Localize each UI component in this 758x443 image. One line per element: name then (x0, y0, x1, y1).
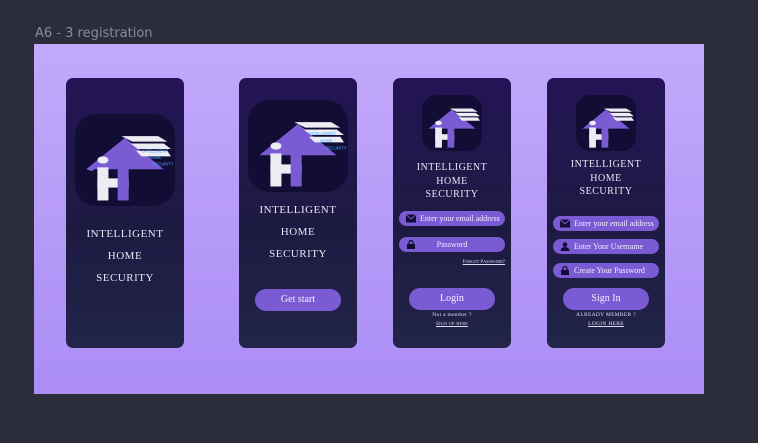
logo-text-1: INTELLIGENT (142, 149, 169, 154)
app-logo (422, 95, 482, 151)
app-title-line-2: HOME (436, 176, 468, 187)
login-screen: INTELLIGENT HOME SECURITY Enter your ema… (393, 78, 511, 348)
app-title-line-3: SECURITY (425, 189, 479, 200)
registration-screen: INTELLIGENT HOME SECURITY Enter your ema… (547, 78, 665, 348)
logo-text-2: HOME (320, 138, 333, 143)
app-title-line-2: HOME (107, 250, 143, 262)
app-title-line-3: SECURITY (269, 248, 327, 260)
sign-up-link[interactable]: Sign up here (393, 321, 511, 327)
app-title-line-2: HOME (590, 173, 622, 184)
logo-text-3: SECURITY (326, 146, 347, 151)
already-member-text: ALREADY MEMBER ? (576, 312, 636, 318)
app-logo: INTELLIGENT HOME SECURITY (248, 100, 348, 192)
envelope-icon (560, 219, 570, 228)
app-title-line-1: INTELLIGENT (259, 204, 337, 216)
app-logo (576, 95, 636, 151)
username-field[interactable]: Enter Your Username (553, 239, 659, 254)
logo-text-1: INTELLIGENT (309, 131, 336, 136)
envelope-icon (406, 214, 416, 223)
create-password-field[interactable]: Create Your Password (553, 263, 659, 278)
login-button[interactable]: Login (409, 288, 495, 310)
artboard-frame: INTELLIGENT HOME SECURITY INTELLIGENT HO… (34, 44, 704, 394)
logo-text-2: HOME (149, 155, 162, 160)
house-logo-icon (582, 108, 634, 148)
app-title-line-2: HOME (280, 226, 316, 238)
user-icon (560, 242, 570, 251)
email-field[interactable]: Enter your email address (399, 211, 505, 226)
app-title-line-3: SECURITY (96, 272, 154, 284)
house-logo-icon: INTELLIGENT HOME SECURITY (86, 136, 174, 201)
app-title-line-1: INTELLIGENT (86, 228, 164, 240)
welcome-screen: INTELLIGENT HOME SECURITY INTELLIGENT HO… (239, 78, 357, 348)
get-start-button[interactable]: Get start (255, 289, 341, 311)
house-logo-icon: INTELLIGENT HOME SECURITY (259, 122, 347, 187)
username-placeholder: Enter Your Username (574, 242, 644, 251)
create-password-placeholder: Create Your Password (574, 266, 645, 275)
lock-icon (561, 266, 569, 275)
house-logo-icon (428, 108, 480, 148)
password-field[interactable]: Password (399, 237, 505, 252)
app-logo: INTELLIGENT HOME SECURITY (75, 114, 175, 206)
splash-screen: INTELLIGENT HOME SECURITY INTELLIGENT HO… (66, 78, 184, 348)
frame-label: A6 - 3 registration (35, 26, 153, 41)
forgot-password-link[interactable]: Forgot Password? (463, 259, 505, 265)
sign-in-button[interactable]: Sign In (563, 288, 649, 310)
email-placeholder: Enter your email address (574, 219, 654, 228)
login-here-link[interactable]: LOGIN HERE (547, 321, 665, 327)
app-title-line-3: SECURITY (579, 186, 633, 197)
app-title-line-1: INTELLIGENT (416, 162, 488, 173)
email-placeholder: Enter your email address (420, 214, 500, 223)
password-placeholder: Password (436, 240, 468, 249)
email-field[interactable]: Enter your email address (553, 216, 659, 231)
not-member-text: Not a member ? (432, 312, 472, 318)
logo-text-3: SECURITY (153, 162, 174, 167)
app-title-line-1: INTELLIGENT (570, 159, 642, 170)
